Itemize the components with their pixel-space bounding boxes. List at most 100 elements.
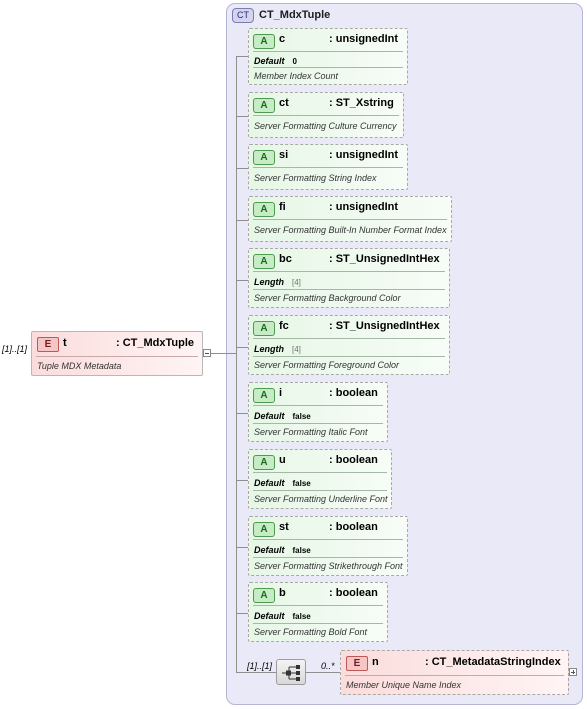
attribute-property: Length [4] (254, 344, 301, 354)
attribute-ct[interactable]: A ct : ST_Xstring Server Formatting Cult… (248, 92, 404, 138)
attribute-connector-ct (236, 116, 248, 117)
attribute-name: st (279, 521, 289, 533)
element-doc: Tuple MDX Metadata (37, 361, 122, 371)
element-badge: E (346, 656, 368, 671)
attribute-doc: Server Formatting Built-In Number Format… (254, 225, 447, 235)
attribute-c[interactable]: A c : unsignedInt Default 0 Member Index … (248, 28, 408, 85)
element-doc: Member Unique Name Index (346, 680, 462, 690)
attribute-name: si (279, 149, 289, 161)
element-separator (36, 356, 198, 357)
attribute-type: : boolean (329, 587, 378, 599)
root-element-t[interactable]: E t : CT_MdxTuple Tuple MDX Metadata (31, 331, 203, 376)
root-connector-line (211, 353, 237, 354)
attribute-spine-line (236, 56, 237, 673)
attribute-type: : unsignedInt (329, 33, 399, 45)
attribute-name: b (279, 587, 286, 599)
attribute-property: Default false (254, 545, 311, 555)
attribute-separator (253, 338, 445, 339)
attribute-separator (253, 356, 445, 357)
attribute-connector-bc (236, 280, 248, 281)
attribute-connector-c (236, 56, 248, 57)
attribute-separator (253, 115, 399, 116)
attribute-doc: Server Formatting Strikethrough Font (254, 561, 403, 571)
attribute-connector-fi (236, 220, 248, 221)
attribute-doc: Server Formatting Bold Font (254, 627, 368, 637)
attribute-connector-u (236, 480, 248, 481)
attribute-badge: A (253, 149, 275, 165)
attribute-connector-st (236, 547, 248, 548)
attribute-name: fi (279, 201, 286, 213)
attribute-separator (253, 539, 403, 540)
attribute-fi[interactable]: A fi : unsignedInt Server Formatting Bui… (248, 196, 452, 242)
complex-type-badge: CT (232, 7, 254, 23)
attribute-type: : boolean (329, 387, 378, 399)
attribute-separator (253, 67, 403, 68)
attribute-badge: A (253, 454, 275, 470)
attribute-type: : unsignedInt (329, 201, 399, 213)
attribute-badge: A (253, 587, 275, 603)
sequence-cardinality: [1]..[1] (247, 661, 273, 671)
attribute-separator (253, 167, 403, 168)
attribute-name: c (279, 33, 286, 45)
attribute-separator (253, 623, 383, 624)
attribute-b[interactable]: A b : boolean Default false Server Format… (248, 582, 388, 642)
attribute-badge: A (253, 253, 275, 269)
attribute-type: : boolean (329, 454, 378, 466)
attribute-i[interactable]: A i : boolean Default false Server Format… (248, 382, 388, 442)
attribute-name: fc (279, 320, 289, 332)
attribute-doc: Server Formatting Background Color (254, 293, 401, 303)
attribute-badge: A (253, 387, 275, 403)
child-element-n[interactable]: E n : CT_MetadataStringIndex Member Uniq… (340, 650, 569, 695)
element-name: n (372, 656, 379, 668)
attribute-property: Default false (254, 478, 311, 488)
attribute-doc: Server Formatting String Index (254, 173, 377, 183)
element-type: : CT_MdxTuple (116, 337, 195, 349)
attribute-name: u (279, 454, 286, 466)
attribute-st[interactable]: A st : boolean Default false Server Forma… (248, 516, 408, 576)
sequence-connector-line (236, 672, 276, 673)
attribute-connector-si (236, 168, 248, 169)
attribute-separator (253, 51, 403, 52)
attribute-name: i (279, 387, 283, 399)
attribute-property: Default false (254, 411, 311, 421)
attribute-name: ct (279, 97, 289, 109)
attribute-doc: Server Formatting Culture Currency (254, 121, 397, 131)
collapse-toggle[interactable] (203, 349, 211, 357)
child-connector-line (306, 672, 340, 673)
attribute-property: Default false (254, 611, 311, 621)
sequence-compositor[interactable] (276, 659, 306, 685)
child-cardinality: 0..* (321, 661, 335, 671)
attribute-property: Length [4] (254, 277, 301, 287)
attribute-name: bc (279, 253, 292, 265)
attribute-type: : unsignedInt (329, 149, 399, 161)
attribute-type: : ST_Xstring (329, 97, 394, 109)
attribute-separator (253, 289, 445, 290)
attribute-type: : ST_UnsignedIntHex (329, 253, 440, 265)
attribute-badge: A (253, 320, 275, 336)
attribute-badge: A (253, 201, 275, 217)
attribute-badge: A (253, 97, 275, 113)
attribute-separator (253, 271, 445, 272)
attribute-doc: Server Formatting Underline Font (254, 494, 388, 504)
attribute-separator (253, 472, 387, 473)
attribute-type: : ST_UnsignedIntHex (329, 320, 440, 332)
attribute-separator (253, 490, 387, 491)
attribute-u[interactable]: A u : boolean Default false Server Format… (248, 449, 392, 509)
expand-toggle[interactable] (569, 668, 577, 676)
attribute-bc[interactable]: A bc : ST_UnsignedIntHex Length [4] Serve… (248, 248, 450, 308)
complex-type-header: CT CT_MdxTuple (232, 7, 330, 23)
attribute-separator (253, 219, 447, 220)
element-type: : CT_MetadataStringIndex (425, 656, 561, 668)
attribute-doc: Member Index Count (254, 71, 339, 81)
attribute-separator (253, 605, 383, 606)
complex-type-name: CT_MdxTuple (259, 9, 331, 21)
element-name: t (63, 337, 67, 349)
attribute-badge: A (253, 33, 275, 49)
attribute-connector-i (236, 413, 248, 414)
element-separator (345, 675, 564, 676)
attribute-si[interactable]: A si : unsignedInt Server Formatting Str… (248, 144, 408, 190)
attribute-separator (253, 405, 383, 406)
attribute-fc[interactable]: A fc : ST_UnsignedIntHex Length [4] Serve… (248, 315, 450, 375)
sequence-icon (282, 665, 300, 681)
attribute-separator (253, 557, 403, 558)
